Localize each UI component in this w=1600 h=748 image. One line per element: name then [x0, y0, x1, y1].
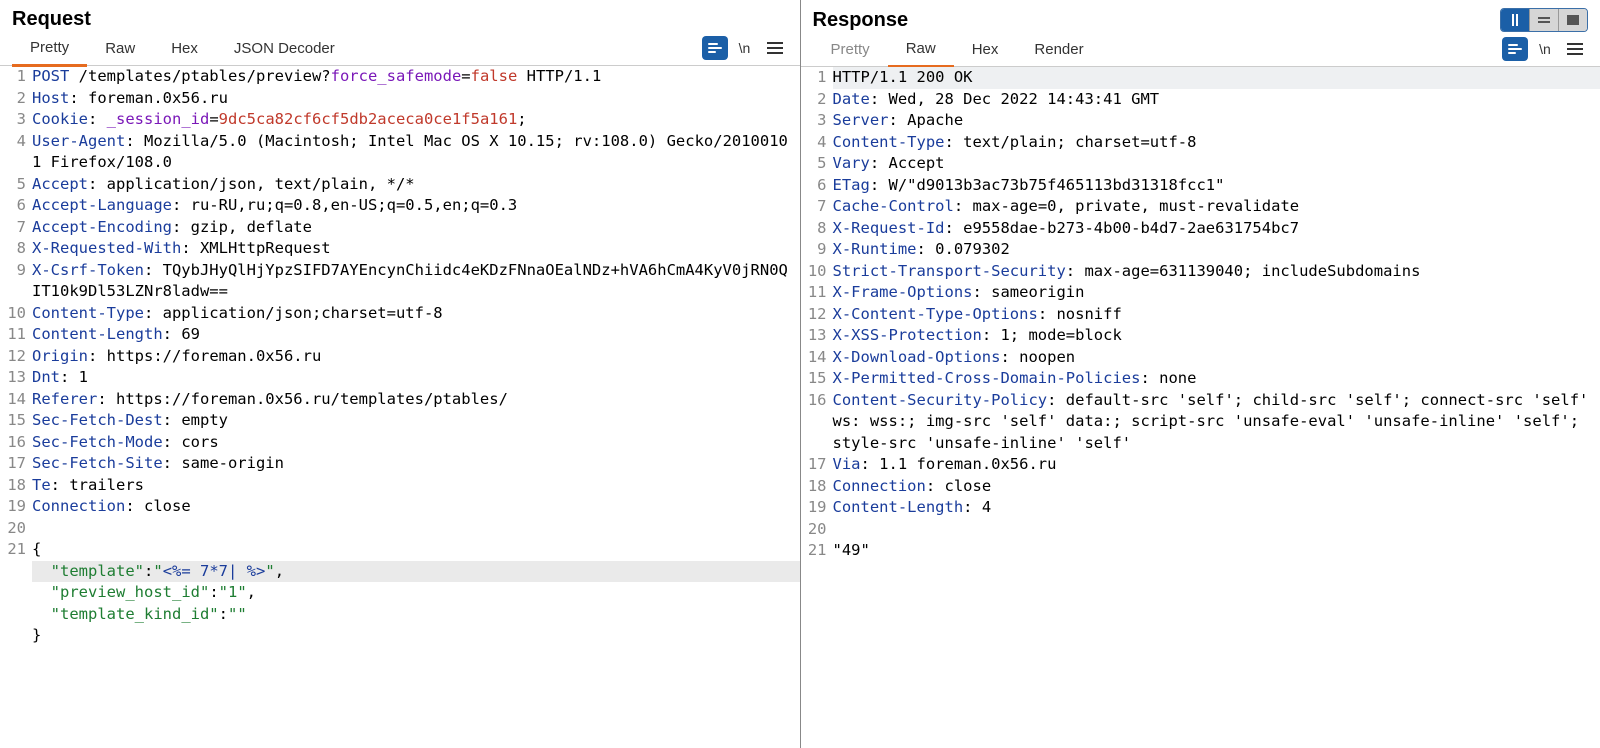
beautify-icon[interactable]: [702, 36, 728, 60]
response-title: Response: [813, 9, 909, 32]
resp-tab-pretty[interactable]: Pretty: [813, 32, 888, 66]
layout-rows-icon[interactable]: [1529, 9, 1558, 31]
request-editor[interactable]: 1POST /templates/ptables/preview?force_s…: [0, 66, 800, 748]
http-status: HTTP/1.1 200 OK: [833, 67, 1600, 89]
tab-hex[interactable]: Hex: [153, 31, 216, 65]
response-header: Response: [801, 0, 1600, 32]
tab-raw[interactable]: Raw: [87, 31, 153, 65]
resp-tab-render[interactable]: Render: [1016, 32, 1101, 66]
response-editor[interactable]: 1HTTP/1.1 200 OK 2Date: Wed, 28 Dec 2022…: [801, 67, 1600, 748]
menu-icon[interactable]: [762, 36, 788, 60]
request-tabs: Pretty Raw Hex JSON Decoder \n: [0, 31, 800, 66]
response-body: "49": [833, 540, 1600, 562]
tab-json-decoder[interactable]: JSON Decoder: [216, 31, 353, 65]
resp-tab-hex[interactable]: Hex: [954, 32, 1017, 66]
layout-toggle[interactable]: [1500, 8, 1588, 32]
split-container: Request Pretty Raw Hex JSON Decoder \n 1…: [0, 0, 1600, 748]
request-title: Request: [12, 8, 91, 31]
body-template-line[interactable]: "template":"<%= 7*7| %>",: [32, 561, 800, 583]
response-tabs: Pretty Raw Hex Render \n: [801, 32, 1600, 67]
response-pane: Response Pretty Raw Hex Render \n 1HTTP/…: [801, 0, 1600, 748]
layout-single-icon[interactable]: [1558, 9, 1587, 31]
resp-beautify-icon[interactable]: [1502, 37, 1528, 61]
resp-tab-raw[interactable]: Raw: [888, 31, 954, 68]
request-pane: Request Pretty Raw Hex JSON Decoder \n 1…: [0, 0, 800, 748]
newline-toggle[interactable]: \n: [732, 36, 758, 60]
http-method: POST: [32, 67, 69, 85]
resp-menu-icon[interactable]: [1562, 37, 1588, 61]
request-header: Request: [0, 0, 800, 31]
resp-newline-toggle[interactable]: \n: [1532, 37, 1558, 61]
tab-pretty[interactable]: Pretty: [12, 30, 87, 67]
layout-columns-icon[interactable]: [1501, 9, 1529, 31]
